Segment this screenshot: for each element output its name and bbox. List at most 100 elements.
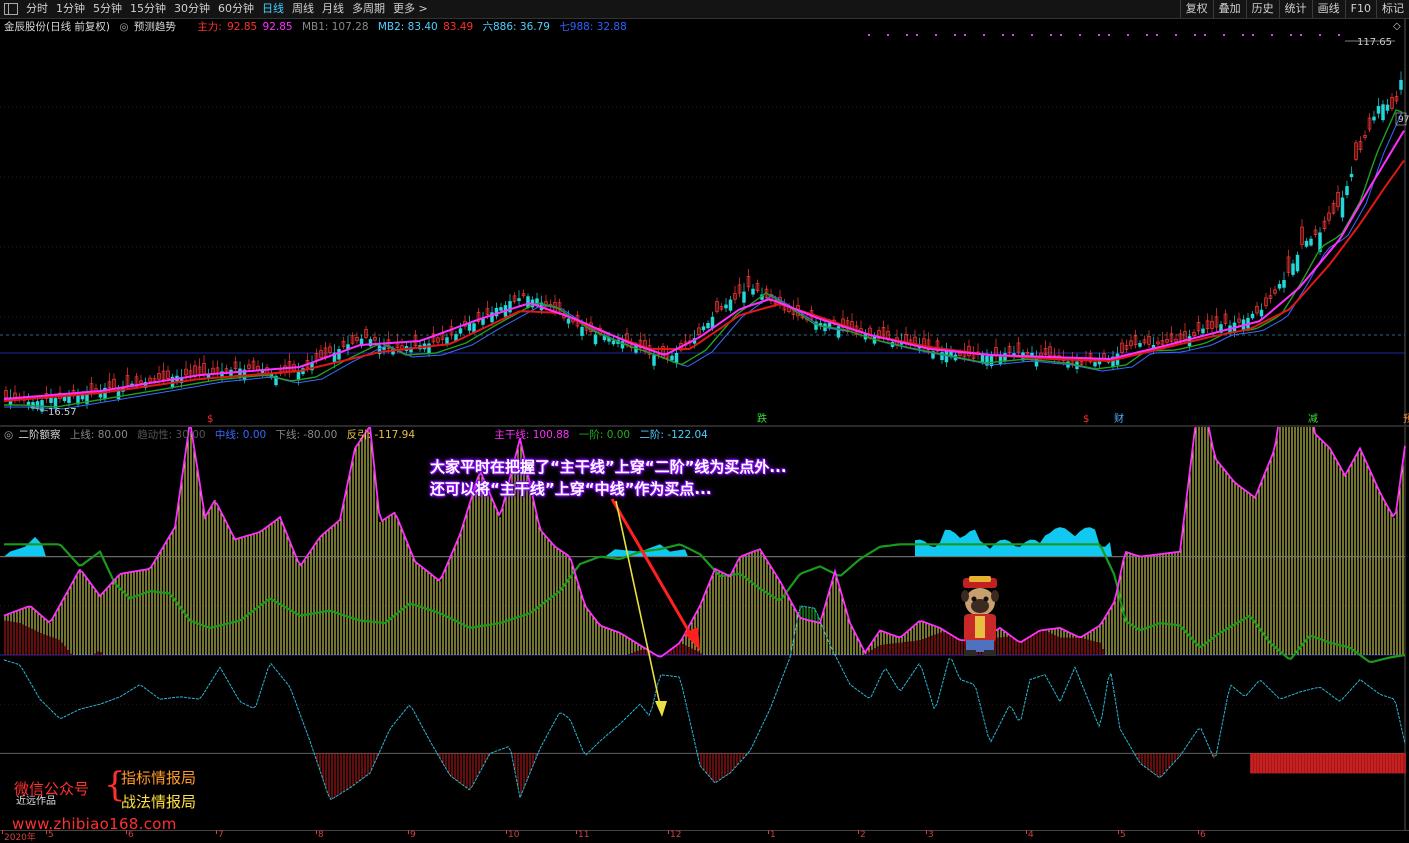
candle-body	[481, 318, 485, 325]
toolbar-right-button-5[interactable]: F10	[1344, 0, 1376, 18]
date-tick-mark-4	[316, 830, 317, 834]
signal-dot-25	[1271, 34, 1273, 36]
candle-body	[1304, 240, 1309, 247]
date-tick-mark-5	[408, 830, 409, 834]
annotation-line-2: 还可以将“主干线”上穿“中线”作为买点...	[430, 480, 712, 498]
collapse-icon[interactable]: ◎	[4, 429, 13, 441]
zl-value: 92.85	[227, 21, 258, 33]
date-tick-mark-0	[2, 830, 3, 834]
annotation-line-1: 大家平时在把握了“主干线”上穿“二阶”线为买点外...	[430, 458, 787, 476]
signal-dot-18	[1156, 34, 1158, 36]
toolbar-right-button-0[interactable]: 复权	[1179, 0, 1213, 18]
candle-body	[467, 323, 472, 331]
date-tick-8: 12	[670, 830, 682, 840]
event-tag-1: 跌	[757, 412, 767, 425]
period-tabs: 分时 1分钟 5分钟 15分钟 30分钟 60分钟 日线 周线 月线 多周期 更多 >	[22, 0, 432, 18]
period-tab-9[interactable]: 多周期	[348, 0, 389, 18]
candle-body	[1385, 104, 1390, 111]
signal-dot-14	[1098, 34, 1100, 36]
event-tag-0: $	[207, 414, 213, 425]
period-tab-0[interactable]: 分时	[22, 0, 52, 18]
lower-red-block	[1250, 753, 1406, 774]
candle-body	[652, 355, 656, 366]
period-tab-2[interactable]: 5分钟	[89, 0, 126, 18]
date-tick-10: 2	[860, 830, 866, 840]
candle-body	[751, 288, 755, 295]
date-tick-9: 1	[770, 830, 776, 840]
signal-dot-5	[954, 34, 956, 36]
signal-dot-26	[1290, 34, 1292, 36]
candle-body	[1277, 284, 1282, 289]
date-tick-14: 6	[1200, 830, 1206, 840]
candle-body	[1399, 79, 1403, 90]
signal-dot-24	[1252, 34, 1254, 36]
qi-value: 七988: 32.88	[559, 21, 627, 33]
signal-dot-13	[1079, 34, 1081, 36]
right-price-mark: 97	[1398, 115, 1409, 125]
candle-body	[1295, 254, 1300, 272]
price-chart[interactable]: 117.65◇ 16.57 97 $ 跌 $ 财 减 预	[0, 19, 1409, 425]
period-tab-10[interactable]: 更多 >	[389, 0, 432, 18]
signal-dot-4	[935, 34, 937, 36]
candle-body	[1309, 238, 1313, 246]
candle-body	[710, 316, 715, 329]
candle-body	[1345, 186, 1349, 196]
period-tab-6[interactable]: 日线	[258, 0, 288, 18]
toolbar-right-button-4[interactable]: 画线	[1311, 0, 1345, 18]
signal-dot-7	[983, 34, 985, 36]
period-tab-7[interactable]: 周线	[288, 0, 318, 18]
toolbar-right-button-2[interactable]: 历史	[1245, 0, 1279, 18]
date-tick-12: 4	[1028, 830, 1034, 840]
candle-body	[458, 328, 463, 334]
candle-body	[1201, 328, 1205, 334]
candle-body	[1376, 106, 1381, 114]
toolbar-right-button-6[interactable]: 标记	[1376, 0, 1409, 18]
watermark-author: 近远作品	[16, 796, 56, 807]
toolbar-right-button-1[interactable]: 叠加	[1212, 0, 1246, 18]
candle-body	[382, 347, 386, 350]
candle-body	[62, 396, 67, 402]
signal-dot-9	[1012, 34, 1014, 36]
price-chart-panel[interactable]: 金辰股份(日线 前复权) ◎ 预测趋势 主力: 92.85 92.85 MB1:…	[0, 19, 1409, 425]
candle-body	[337, 349, 341, 360]
ma-green-line	[4, 109, 1403, 408]
indicator-name[interactable]: 二阶额察	[19, 429, 61, 441]
candle-body	[742, 291, 746, 303]
candle-body	[593, 334, 598, 345]
ma-red-line	[3, 159, 1405, 402]
period-tab-1[interactable]: 1分钟	[52, 0, 89, 18]
signal-dot-2	[906, 34, 908, 36]
period-tab-8[interactable]: 月线	[318, 0, 348, 18]
ma-blue-line	[4, 111, 1403, 410]
period-tab-3[interactable]: 15分钟	[126, 0, 170, 18]
candle-body	[611, 340, 616, 345]
signal-dot-20	[1194, 34, 1196, 36]
cyan-area-3	[915, 527, 1112, 557]
toolbar-right-buttons: 复权 叠加 历史 统计 画线 F10 标记	[1179, 0, 1409, 18]
watermark-brand-2: 战法情报局	[121, 793, 197, 811]
zl-value-2: 92.85	[262, 21, 293, 33]
trend-icon[interactable]: ◎	[119, 21, 128, 33]
signal-dot-8	[1002, 34, 1004, 36]
cyan-area-1	[4, 536, 46, 557]
date-tick-7: 11	[578, 830, 590, 840]
candle-body	[499, 307, 503, 311]
toolbar-right-button-3[interactable]: 统计	[1278, 0, 1312, 18]
candle-body	[580, 326, 584, 336]
candle-body	[1372, 116, 1376, 121]
signal-dot-23	[1242, 34, 1244, 36]
candle-body	[1138, 343, 1142, 347]
annotation-text: 大家平时在把握了“主干线”上穿“二阶”线为买点外... 还可以将“主干线”上穿“…	[430, 456, 787, 500]
red-arrow-shaft	[610, 498, 697, 643]
signal-dot-6	[964, 34, 966, 36]
date-tick-13: 5	[1120, 830, 1126, 840]
high-price-label: 117.65	[1357, 37, 1392, 48]
period-tab-4[interactable]: 30分钟	[170, 0, 214, 18]
trend-label[interactable]: 预测趋势	[134, 21, 176, 33]
er-value: 二阶: -122.04	[639, 429, 708, 441]
signal-dot-10	[1031, 34, 1033, 36]
low-price-label: 16.57	[48, 407, 77, 418]
window-icon[interactable]	[4, 3, 18, 15]
period-tab-5[interactable]: 60分钟	[214, 0, 258, 18]
candle-body	[454, 334, 458, 341]
